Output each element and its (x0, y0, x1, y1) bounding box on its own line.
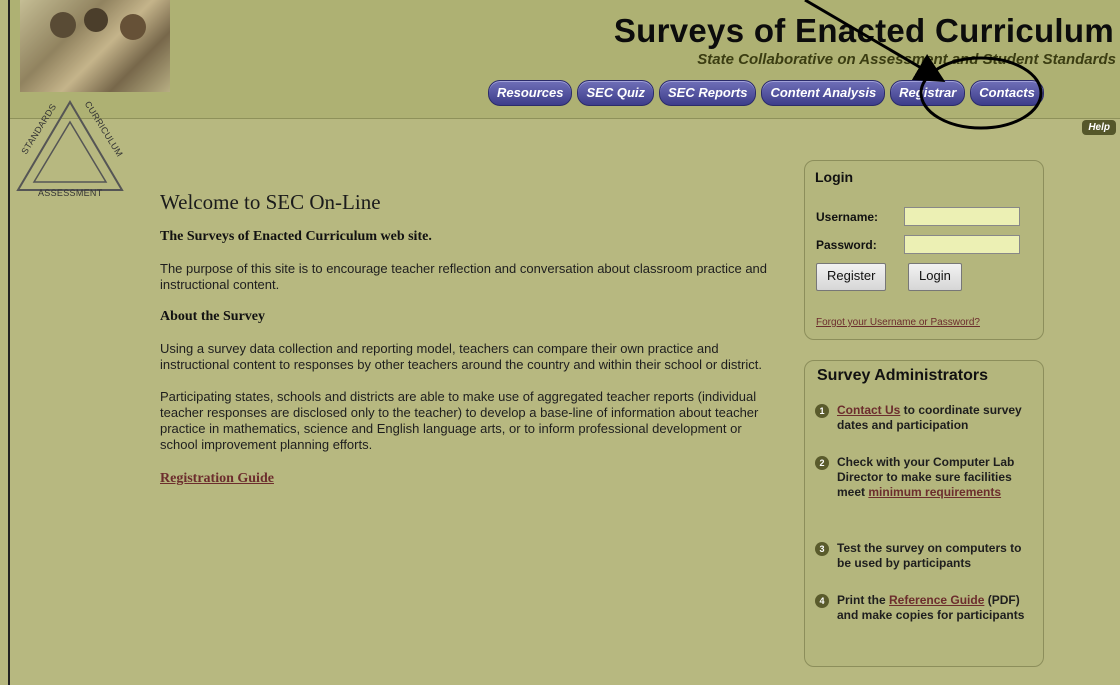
nav-resources[interactable]: Resources (488, 80, 573, 106)
admin-step-4: 4 Print the Reference Guide (PDF) and ma… (815, 593, 1037, 623)
registration-guide-link[interactable]: Registration Guide (160, 471, 274, 486)
nav-sec-reports[interactable]: SEC Reports (659, 80, 757, 106)
step-4-number: 4 (815, 594, 829, 608)
triangle-logo: STANDARDS CURRICULUM ASSESSMENT (10, 90, 130, 210)
nav-sec-quiz[interactable]: SEC Quiz (577, 80, 654, 106)
site-header: Surveys of Enacted Curriculum State Coll… (10, 0, 1120, 119)
site-subheading: The Surveys of Enacted Curriculum web si… (160, 229, 432, 244)
main-content: Welcome to SEC On-Line The Surveys of En… (160, 190, 780, 487)
about-paragraph-1: Using a survey data collection and repor… (160, 341, 762, 372)
header-photo (20, 0, 170, 92)
admin-step-1: 1 Contact Us to coordinate survey dates … (815, 403, 1037, 433)
step-4-text: Print the Reference Guide (PDF) and make… (837, 593, 1025, 622)
contact-us-link[interactable]: Contact Us (837, 403, 900, 417)
forgot-credentials-link[interactable]: Forgot your Username or Password? (816, 317, 980, 328)
login-button[interactable]: Login (908, 263, 962, 291)
main-nav: Resources SEC Quiz SEC Reports Content A… (488, 80, 1044, 106)
login-panel: Login Username: Password: Register Login… (804, 160, 1044, 340)
survey-administrators-panel: Survey Administrators 1 Contact Us to co… (804, 360, 1044, 667)
help-button[interactable]: Help (1082, 120, 1116, 135)
step-3-text: Test the survey on computers to be used … (837, 541, 1022, 570)
step-1-text: Contact Us to coordinate survey dates an… (837, 403, 1022, 432)
password-label: Password: (816, 237, 877, 252)
reference-guide-link[interactable]: Reference Guide (889, 593, 984, 607)
about-paragraph-2: Participating states, schools and distri… (160, 389, 759, 452)
password-input[interactable] (904, 235, 1020, 254)
password-row: Password: (816, 235, 1020, 254)
nav-contacts[interactable]: Contacts (970, 80, 1044, 106)
nav-content-analysis[interactable]: Content Analysis (761, 80, 886, 106)
step-1-number: 1 (815, 404, 829, 418)
step-3-number: 3 (815, 542, 829, 556)
register-button[interactable]: Register (816, 263, 887, 291)
logo-label-assessment: ASSESSMENT (38, 188, 103, 198)
login-title: Login (815, 169, 854, 185)
about-heading: About the Survey (160, 309, 266, 324)
page-title: Welcome to SEC On-Line (160, 190, 381, 214)
admin-step-3: 3 Test the survey on computers to be use… (815, 541, 1037, 571)
intro-paragraph: The purpose of this site is to encourage… (160, 261, 768, 292)
step-2-text: Check with your Computer Lab Director to… (837, 455, 1015, 499)
nav-registrar[interactable]: Registrar (890, 80, 966, 106)
site-subtitle: State Collaborative on Assessment and St… (697, 51, 1116, 68)
admin-step-2: 2 Check with your Computer Lab Director … (815, 455, 1037, 500)
site-title: Surveys of Enacted Curriculum (613, 12, 1114, 49)
username-input[interactable] (904, 207, 1020, 226)
step-2-number: 2 (815, 456, 829, 470)
admin-title: Survey Administrators (817, 367, 989, 384)
username-row: Username: (816, 207, 1020, 226)
minimum-requirements-link[interactable]: minimum requirements (868, 485, 1001, 499)
username-label: Username: (816, 209, 879, 224)
